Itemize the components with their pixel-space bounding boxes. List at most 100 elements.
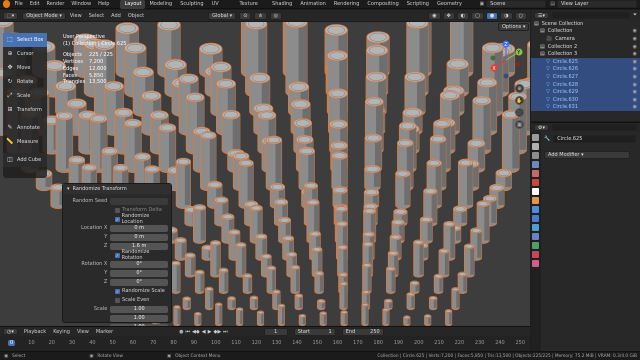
cylinder-object[interactable] [158,123,177,173]
cylinder-object[interactable] [193,204,206,244]
jump-end-icon[interactable]: ⏭ [223,329,228,335]
tool-scale[interactable]: ⤢ Scale [3,89,47,103]
outliner-item[interactable]: ▽ Circle.627 ◉ [531,73,640,81]
workspace-tab-shading[interactable]: Shading [268,0,296,9]
cylinder-object[interactable] [227,296,236,311]
cylinder-object[interactable] [340,310,348,326]
timeline-ruler[interactable]: 0 10 20 30 40 50 60 70 80 90 100 110 120 130 140 150 160… [0,336,530,351]
cylinder-object[interactable] [339,281,348,311]
workspace-tab-uv-editing[interactable]: UV Editing [208,0,236,16]
cylinder-object[interactable] [298,313,306,326]
outliner-item[interactable]: ▤ Collection ◉ [531,28,640,36]
outliner-search-input[interactable] [552,11,630,19]
cylinder-object[interactable] [205,286,214,311]
gizmo-neg-x-ball[interactable] [515,61,521,67]
shading-rendered-icon[interactable]: ○ [514,11,527,20]
outliner-item[interactable]: ▤ Collection 3 ◉ [531,50,640,58]
scene-icon[interactable]: ▣ [479,1,484,7]
cylinder-object[interactable] [386,266,396,294]
transform-orientation-selector[interactable]: Global ▾ [208,11,237,20]
eye-icon[interactable]: ◉ [633,82,637,88]
start-frame-field[interactable]: Start 1 [293,327,336,336]
randomize-rotation-checkbox[interactable]: ✓ [115,252,120,258]
tool-rotate[interactable]: ↻ Rotate [3,75,47,89]
workspace-tab-sculpting[interactable]: Sculpting [176,0,207,9]
menu-help[interactable]: Help [98,1,109,7]
snap-icon[interactable]: ⋔ [254,11,267,20]
perspective-toggle-icon[interactable]: ▦ [515,120,524,129]
location-y-field[interactable]: 0 m [110,233,168,241]
render-tab-icon[interactable] [532,143,539,150]
next-key-icon[interactable]: ◆▶ [213,329,221,335]
record-icon[interactable]: ● [179,329,183,335]
transform-delta-checkbox[interactable] [115,207,120,213]
constraints-tab-icon[interactable] [532,233,539,240]
cylinder-object[interactable] [194,311,202,326]
outliner-item[interactable]: ▽ Circle.626 ◉ [531,65,640,74]
cylinder-object[interactable] [221,109,241,155]
outliner-item[interactable]: ▽ Circle.630 ◉ [531,95,640,104]
timeline-menu-playback[interactable]: Playback [24,329,46,335]
cylinder-object[interactable] [395,169,411,209]
eye-icon[interactable]: ◉ [633,51,637,57]
properties-editor-type-button[interactable]: ⚙▾ [534,124,549,131]
gizmo-neg-y-ball[interactable] [490,55,496,61]
cylinder-object[interactable] [457,158,474,209]
workspace-tab-modeling[interactable]: Modeling [145,0,176,9]
cylinder-object[interactable] [266,265,277,294]
workspace-tab-scripting[interactable]: Scripting [403,0,433,9]
pan-hand-icon[interactable]: ✋ [515,96,524,105]
object-name-field[interactable]: Circle.625 [553,135,636,143]
cylinder-object[interactable] [424,314,432,326]
viewport-menu-select[interactable]: Select [89,13,104,19]
jump-start-icon[interactable]: ⏮ [186,329,191,335]
rotation-z-field[interactable]: 0° [110,278,168,286]
eye-icon[interactable]: ◉ [633,44,637,50]
physics-tab-icon[interactable] [532,224,539,231]
scene-selector[interactable]: Scene [486,0,547,8]
eye-icon[interactable]: ◉ [633,89,637,95]
xray-icon[interactable]: ▢ [471,11,484,20]
cylinder-object[interactable] [174,237,187,261]
outliner-editor-type-button[interactable]: ☰▾ [534,11,549,19]
eye-icon[interactable]: ◉ [633,97,637,103]
shading-solid-icon[interactable]: ● [485,11,499,20]
eye-icon[interactable]: ◉ [633,59,637,65]
tool-add-cube[interactable]: ◫ Add Cube [3,153,47,167]
rotation-x-field[interactable]: 0° [110,260,168,268]
options-button[interactable]: Options ▾ [498,23,530,31]
zoom-icon[interactable]: ⊕ [515,84,524,93]
menu-render[interactable]: Render [47,1,65,7]
cylinder-object[interactable] [409,280,420,294]
workspace-tab-texture-paint[interactable]: Texture Paint [235,0,268,16]
tool-select-box[interactable]: ⬚ Select Box [3,33,47,47]
cylinder-object[interactable] [194,269,205,294]
tool-move[interactable]: ✥ Move [3,61,47,75]
tool-tab-icon[interactable] [532,134,539,141]
eye-icon[interactable]: ◉ [633,104,637,110]
camera-view-icon[interactable]: 🎥 [515,108,524,117]
outliner-item[interactable]: ▽ Circle.631 ◉ [531,103,640,112]
workspace-tab-compositing[interactable]: Compositing [363,0,402,9]
randomize-location-checkbox[interactable]: ✓ [115,216,120,222]
current-frame-field[interactable]: 1 [263,327,288,336]
cylinder-object[interactable] [218,267,229,294]
rotation-y-field[interactable]: 0° [110,269,168,277]
output-tab-icon[interactable] [532,152,539,159]
pivot-icon[interactable]: ⊙ [239,11,252,20]
world-tab-icon[interactable] [532,179,539,186]
workspace-tab-animation[interactable]: Animation [296,0,330,9]
view-layer-tab-icon[interactable] [532,161,539,168]
outliner-item[interactable]: ▤ Collection 2 ◉ [531,43,640,51]
blender-logo-icon[interactable] [3,0,11,8]
cylinder-object[interactable] [438,248,450,278]
collection-tab-icon[interactable] [532,188,539,195]
scale-even-checkbox[interactable] [115,297,120,303]
cylinder-object[interactable] [331,151,348,192]
outliner-item[interactable]: ▽ Circle.629 ◉ [531,88,640,96]
random-seed-field[interactable] [110,197,168,205]
properties-search-input[interactable] [552,124,637,131]
cylinder-object[interactable] [236,307,244,326]
viewport-menu-view[interactable]: View [70,13,82,19]
proportional-icon[interactable]: ◎ [269,11,282,20]
